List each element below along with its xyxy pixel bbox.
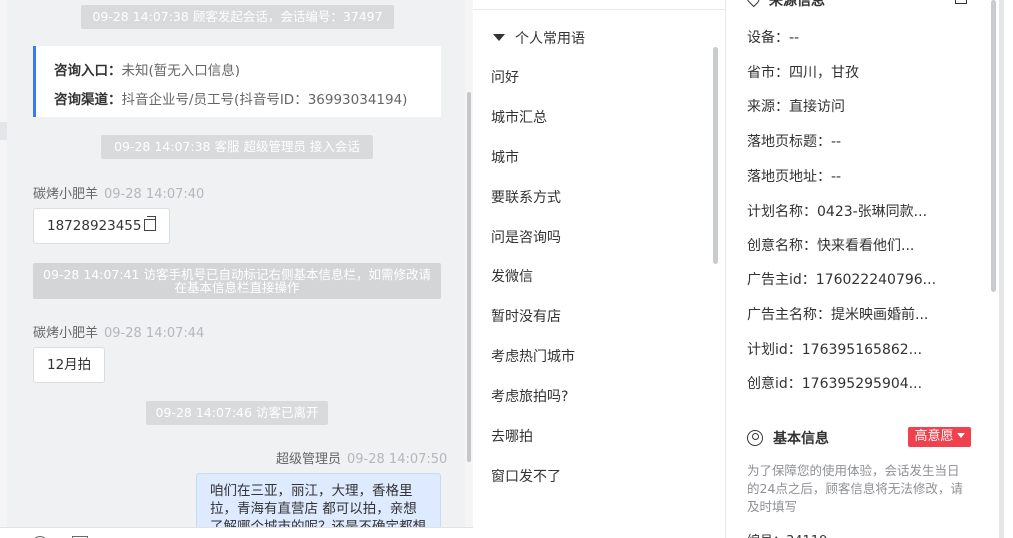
basic-info-header: 基本信息	[747, 428, 829, 448]
message-time: 09-28 14:07:40	[104, 187, 205, 202]
phrase-item[interactable]: 考虑热门城市	[491, 346, 575, 366]
message-time: 09-28 14:07:44	[104, 326, 205, 341]
phrase-item[interactable]: 发微信	[491, 266, 533, 286]
agent-message-bubble[interactable]: 咱们在三亚，丽江，大理，香格里拉，青海有直营店 都可以拍，亲想了解哪个城市的呢？…	[196, 473, 441, 528]
chat-scrollbar[interactable]	[467, 92, 471, 462]
chat-panel: 09-28 14:07:38 顾客发起会话，会话编号：37497 咨询入口：未知…	[0, 0, 473, 538]
message-text: 18728923455	[47, 218, 142, 234]
agent-sender-line: 超级管理员 09-28 14:07:50	[276, 448, 447, 467]
intent-level-dropdown[interactable]: 高意愿	[908, 427, 971, 447]
message-time: 09-28 14:07:50	[347, 452, 448, 467]
info-field-advertiser-name: 广告主名称：提米映画婚前...	[747, 307, 929, 323]
customer-info-panel: 来源信息 设备：-- 省市：四川，甘孜 来源：直接访问 落地页标题：-- 落地页…	[727, 0, 1013, 538]
info-field-advertiser-id: 广告主id：176022240796...	[747, 272, 937, 288]
info-field-source: 来源：直接访问	[747, 99, 845, 115]
message-sender-line: 碳烤小肥羊 09-28 14:07:40	[33, 183, 204, 202]
common-phrases-panel: 个人常用语 问好 城市汇总 城市 要联系方式 问是咨询吗 发微信 暂时没有店 考…	[473, 0, 726, 538]
info-field-plan-name: 计划名称：0423-张琳同款...	[747, 204, 928, 220]
phrase-item[interactable]: 考虑旅拍吗?	[491, 386, 568, 406]
phrase-item[interactable]: 去哪拍	[491, 426, 533, 446]
system-message-start: 09-28 14:07:38 顾客发起会话，会话编号：37497	[81, 5, 394, 29]
edit-deadline-note: 为了保障您的使用体验，会话发生当日的24点之后，顾客信息将无法修改，请及时填写	[747, 463, 963, 514]
user-circle-icon	[747, 430, 763, 446]
phrases-scrollbar[interactable]	[713, 47, 718, 264]
phrases-group-header[interactable]: 个人常用语	[493, 28, 585, 48]
chat-toolbar	[0, 527, 473, 538]
info-field-creative-name: 创意名称：快来看看他们...	[747, 238, 915, 254]
source-info-header: 来源信息	[743, 0, 825, 10]
phrase-item[interactable]: 暂时没有店	[491, 306, 561, 326]
customer-message-bubble[interactable]: 12月拍	[33, 347, 106, 383]
caret-down-icon	[956, 433, 965, 438]
location-pin-icon	[743, 0, 763, 8]
intent-level-label: 高意愿	[914, 429, 954, 444]
agent-name: 超级管理员	[276, 452, 342, 467]
info-field-landing-title: 落地页标题：--	[747, 134, 842, 150]
system-message-phone-tag: 09-28 14:07:41 访客手机号已自动标记右侧基本信息栏，如需修改请在基…	[33, 263, 441, 299]
phrase-item[interactable]: 问好	[491, 67, 519, 87]
info-field-number: 编号：34119	[747, 530, 827, 538]
phrase-item[interactable]: 要联系方式	[491, 187, 561, 207]
chat-edge-strip	[0, 122, 7, 140]
chat-message-list[interactable]: 09-28 14:07:38 顾客发起会话，会话编号：37497 咨询入口：未知…	[7, 0, 465, 528]
divider	[473, 9, 726, 10]
info-field-device: 设备：--	[747, 30, 800, 46]
consult-info-card: 咨询入口：未知(暂无入口信息) 咨询渠道：抖音企业号/员工号(抖音号ID：369…	[33, 46, 441, 117]
info-scrollbar[interactable]	[991, 0, 996, 292]
phrases-group-title: 个人常用语	[515, 31, 585, 47]
phrase-item[interactable]: 窗口发不了	[491, 466, 561, 486]
basic-info-title: 基本信息	[773, 431, 829, 447]
info-field-plan-id: 计划id：176395165862...	[747, 342, 923, 358]
copy-icon[interactable]	[144, 216, 157, 231]
consult-channel-row: 咨询渠道：抖音企业号/员工号(抖音号ID：36993034194)	[54, 92, 408, 108]
info-field-creative-id: 创意id：176395295904...	[747, 376, 923, 392]
phrase-item[interactable]: 城市汇总	[491, 107, 547, 127]
sender-name: 碳烤小肥羊	[33, 326, 99, 341]
message-sender-line: 碳烤小肥羊 09-28 14:07:44	[33, 322, 204, 341]
source-info-title: 来源信息	[769, 0, 825, 9]
phrase-item[interactable]: 问是咨询吗	[491, 227, 561, 247]
phrase-item[interactable]: 城市	[491, 147, 519, 167]
caret-down-icon	[493, 34, 505, 41]
message-text: 12月拍	[47, 357, 92, 373]
customer-message-bubble[interactable]: 18728923455	[33, 208, 171, 244]
system-message-agent-join: 09-28 14:07:38 客服 超级管理员 接入会话	[101, 135, 373, 159]
info-field-province-city: 省市：四川，甘孜	[747, 65, 859, 81]
consult-entry-row: 咨询入口：未知(暂无入口信息)	[54, 63, 241, 79]
info-field-landing-url: 落地页地址：--	[747, 169, 842, 185]
system-message-left: 09-28 14:07:46 访客已离开	[146, 401, 328, 425]
edit-icon[interactable]	[955, 0, 967, 4]
sender-name: 碳烤小肥羊	[33, 187, 99, 202]
panel-edge	[999, 0, 1004, 538]
